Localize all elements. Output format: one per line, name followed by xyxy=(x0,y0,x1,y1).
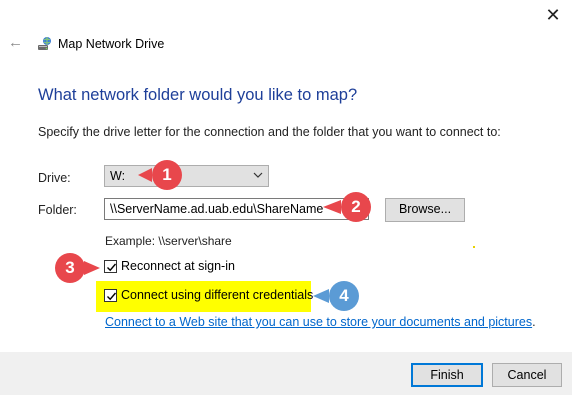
callout-number: 2 xyxy=(341,192,371,222)
chevron-down-icon xyxy=(253,169,263,179)
decorative-dot xyxy=(473,246,475,248)
link-period: . xyxy=(532,315,536,329)
callout-number: 3 xyxy=(55,253,85,283)
callout-4: 4 xyxy=(313,281,361,311)
callout-tail xyxy=(313,289,329,303)
credentials-label[interactable]: Connect using different credentials xyxy=(121,288,313,302)
window-title: Map Network Drive xyxy=(58,37,165,51)
folder-value: \\ServerName.ad.uab.edu\ShareName xyxy=(110,202,324,216)
callout-tail xyxy=(84,261,100,275)
drive-label: Drive: xyxy=(38,171,71,185)
page-heading: What network folder would you like to ma… xyxy=(38,86,358,104)
close-icon[interactable]: ✕ xyxy=(543,6,563,26)
callout-tail xyxy=(138,168,152,182)
folder-label: Folder: xyxy=(38,203,77,217)
web-site-link[interactable]: Connect to a Web site that you can use t… xyxy=(105,315,536,329)
instruction-text: Specify the drive letter for the connect… xyxy=(38,125,501,139)
checkmark-icon xyxy=(107,292,117,301)
cancel-button[interactable]: Cancel xyxy=(492,363,562,387)
network-drive-icon xyxy=(37,36,53,52)
callout-number: 4 xyxy=(329,281,359,311)
callout-1: 1 xyxy=(138,160,186,190)
footer-bar xyxy=(0,352,572,395)
callout-number: 1 xyxy=(152,160,182,190)
callout-2: 2 xyxy=(323,192,375,222)
drive-value: W: xyxy=(110,169,126,183)
example-text: Example: \\server\share xyxy=(105,234,232,248)
credentials-checkbox[interactable] xyxy=(104,289,117,302)
finish-button[interactable]: Finish xyxy=(411,363,483,387)
callout-tail xyxy=(323,200,341,214)
back-arrow-icon[interactable]: ← xyxy=(8,35,24,51)
reconnect-checkbox[interactable] xyxy=(104,260,117,273)
checkmark-icon xyxy=(107,263,117,272)
browse-button[interactable]: Browse... xyxy=(385,198,465,222)
reconnect-label[interactable]: Reconnect at sign-in xyxy=(121,259,235,273)
callout-3: 3 xyxy=(55,253,103,283)
web-site-link-text[interactable]: Connect to a Web site that you can use t… xyxy=(105,315,532,329)
drive-select[interactable]: W: xyxy=(104,165,269,187)
